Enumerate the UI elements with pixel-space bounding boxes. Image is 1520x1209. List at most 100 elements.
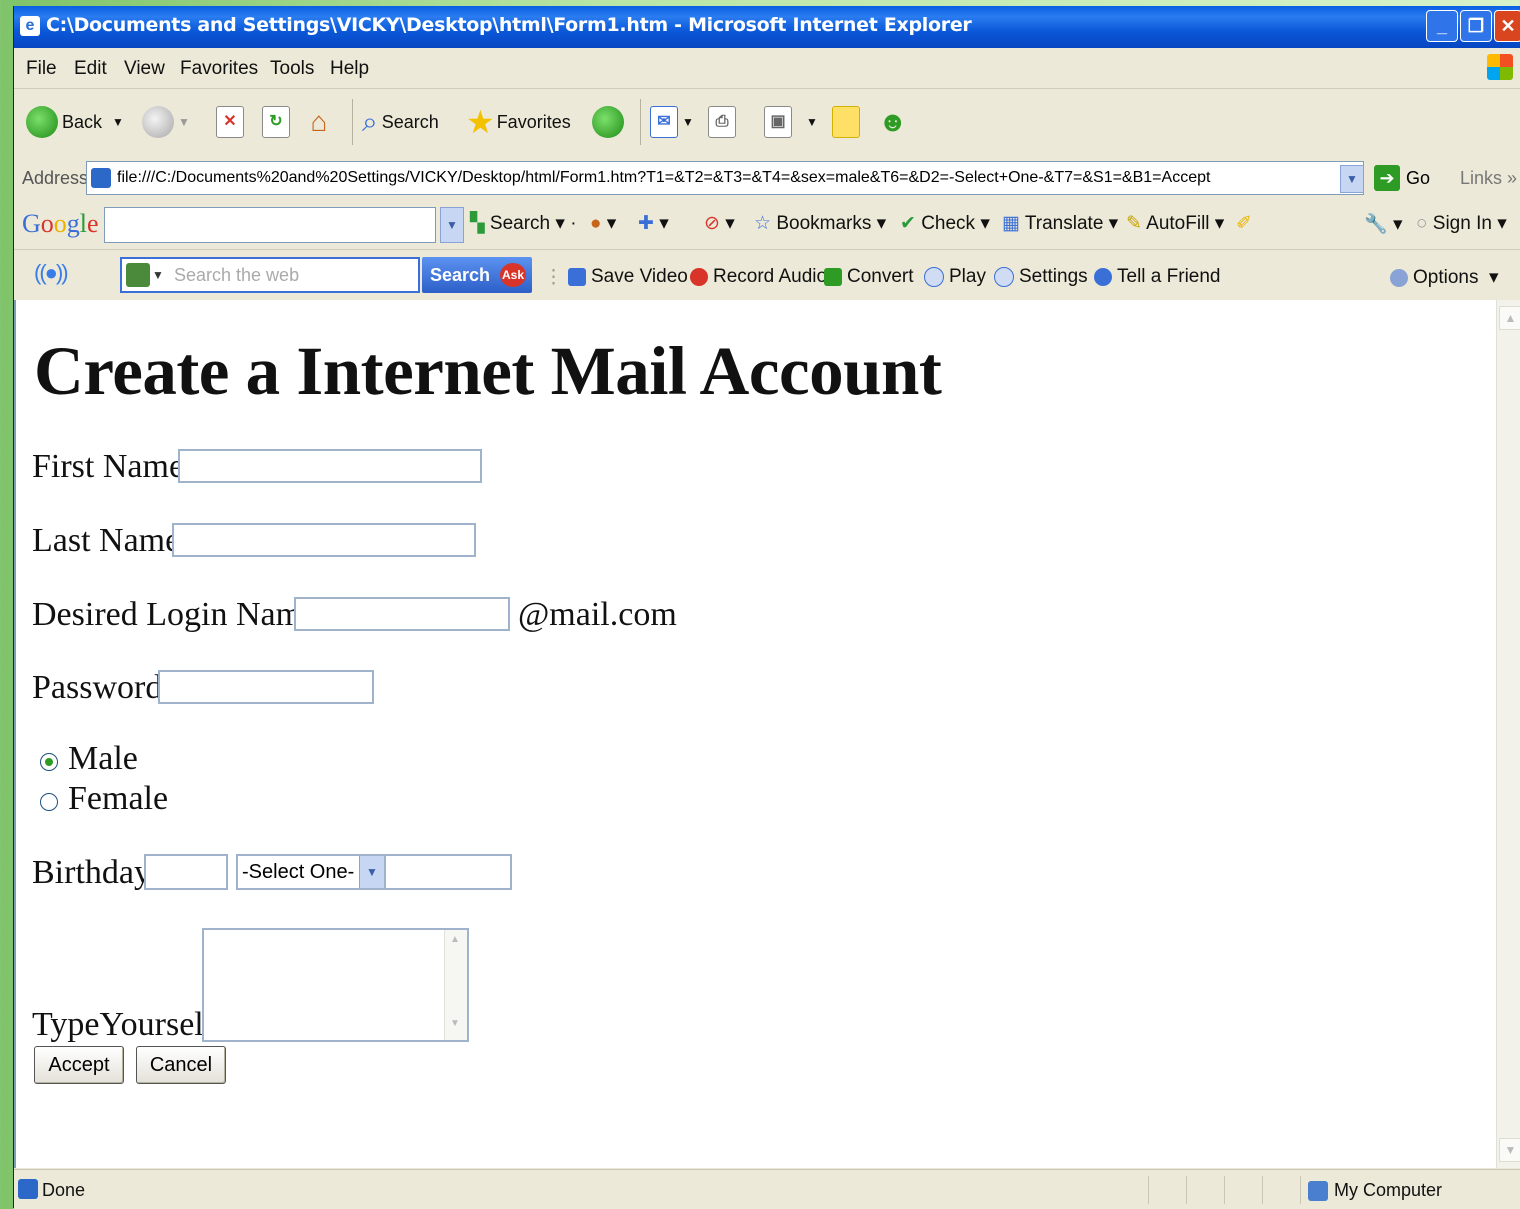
- password-input[interactable]: [158, 670, 374, 704]
- ask-radio-icon[interactable]: ((●)): [34, 260, 104, 290]
- back-button[interactable]: Back ▼: [26, 103, 124, 141]
- back-arrow-icon: [26, 106, 58, 138]
- page-content: Create a Internet Mail Account First Nam…: [14, 300, 1496, 1168]
- login-name-input[interactable]: [294, 597, 510, 631]
- save-video-icon: [568, 267, 586, 286]
- print-icon: ⎙: [708, 106, 736, 138]
- accept-button[interactable]: Accept: [34, 1046, 124, 1084]
- popup-blocker-icon: ⊘: [704, 213, 720, 234]
- forward-button[interactable]: ▼: [142, 103, 190, 141]
- page-icon: [91, 167, 111, 188]
- search-label: Search: [381, 111, 439, 132]
- ask-search-button[interactable]: Search Ask: [422, 257, 532, 293]
- status-divider: [1262, 1176, 1263, 1204]
- last-name-input[interactable]: [172, 523, 476, 557]
- chevron-down-icon: ▼: [112, 115, 124, 129]
- favorites-button[interactable]: ★ Favorites: [466, 103, 571, 141]
- scroll-down-icon[interactable]: ▼: [1499, 1138, 1520, 1162]
- wrench-icon: 🔧: [1364, 214, 1388, 235]
- edit-page-icon: ▣: [764, 106, 792, 138]
- male-radio[interactable]: [40, 753, 58, 771]
- menu-tools[interactable]: Tools: [270, 58, 314, 80]
- home-button[interactable]: ⌂: [306, 103, 336, 141]
- mail-button[interactable]: ✉ ▼: [650, 103, 694, 141]
- go-button[interactable]: ➔ Go: [1374, 165, 1430, 191]
- birthday-month-select[interactable]: -Select One- ▼: [236, 854, 386, 890]
- birthday-day-input[interactable]: [144, 854, 228, 890]
- address-bar: Address file:///C:/Documents%20and%20Set…: [14, 157, 1520, 200]
- maximize-button[interactable]: ❐: [1460, 10, 1492, 42]
- play-button[interactable]: Play: [924, 266, 986, 288]
- google-signin-button[interactable]: ○ Sign In ▾: [1416, 212, 1507, 235]
- record-icon: [690, 267, 708, 286]
- birthday-year-input[interactable]: [384, 854, 512, 890]
- chevron-down-icon: ▼: [682, 115, 694, 129]
- google-search-dropdown-icon[interactable]: ▼: [440, 207, 464, 243]
- address-dropdown-icon[interactable]: ▼: [1340, 165, 1364, 193]
- record-audio-button[interactable]: Record Audio: [690, 266, 827, 288]
- search-engine-icon[interactable]: [126, 263, 150, 287]
- chevron-down-icon: ▼: [806, 115, 818, 129]
- minimize-button[interactable]: _: [1426, 10, 1458, 42]
- scroll-up-icon[interactable]: ▲: [1499, 306, 1520, 330]
- menu-file[interactable]: File: [26, 58, 57, 80]
- refresh-icon: ↻: [262, 106, 290, 138]
- menu-favorites[interactable]: Favorites: [180, 58, 258, 80]
- ask-search-label: Search: [430, 265, 491, 285]
- first-name-input[interactable]: [178, 449, 482, 483]
- signin-icon: ○: [1416, 213, 1428, 234]
- options-button[interactable]: Options ▾: [1390, 266, 1499, 289]
- search-button[interactable]: ⌕ Search: [362, 103, 439, 141]
- birthday-label: Birthday: [32, 854, 151, 891]
- autofill-button[interactable]: ✎ AutoFill ▾: [1126, 212, 1224, 235]
- title-bar[interactable]: e C:\Documents and Settings\VICKY\Deskto…: [14, 6, 1520, 48]
- type-yourself-textarea[interactable]: ▲ ▼: [202, 928, 469, 1042]
- toolbar-grip-icon: ⋮: [544, 267, 563, 288]
- cancel-button[interactable]: Cancel: [136, 1046, 226, 1084]
- page-scrollbar[interactable]: ▲ ▼: [1496, 300, 1520, 1168]
- address-url: file:///C:/Documents%20and%20Settings/VI…: [117, 169, 1211, 186]
- favorites-star-icon: ★: [466, 104, 495, 140]
- scroll-down-icon: ▼: [450, 1018, 460, 1029]
- settings-button[interactable]: Settings: [994, 266, 1088, 288]
- highlighter-button[interactable]: ✐: [1236, 212, 1252, 235]
- save-video-button[interactable]: Save Video: [568, 266, 688, 288]
- textarea-scrollbar[interactable]: ▲ ▼: [444, 930, 467, 1040]
- translate-button[interactable]: ▦ Translate ▾: [1002, 212, 1118, 235]
- refresh-button[interactable]: ↻: [262, 103, 294, 141]
- window-title: C:\Documents and Settings\VICKY\Desktop\…: [46, 14, 972, 36]
- chevron-down-icon: ▼: [178, 115, 190, 129]
- menu-edit[interactable]: Edit: [74, 58, 107, 80]
- popup-blocker-button[interactable]: ⊘ ▾: [704, 212, 735, 235]
- history-button[interactable]: [592, 103, 628, 141]
- menu-help[interactable]: Help: [330, 58, 369, 80]
- mail-domain-label: @mail.com: [518, 596, 677, 633]
- page-status-icon: [18, 1179, 38, 1199]
- google-search-button[interactable]: ▚ Search ▾ ·: [470, 212, 577, 235]
- notes-button[interactable]: [832, 103, 864, 141]
- pagerank-button[interactable]: ● ▾: [590, 212, 616, 235]
- address-label: Address: [22, 168, 89, 188]
- highlight-button[interactable]: ✚ ▾: [638, 212, 669, 235]
- menu-view[interactable]: View: [124, 58, 165, 80]
- edit-button[interactable]: ▣ ▼: [764, 103, 818, 141]
- address-input[interactable]: file:///C:/Documents%20and%20Settings/VI…: [86, 161, 1364, 195]
- messenger-button[interactable]: ☻: [878, 103, 907, 141]
- security-zone: My Computer: [1308, 1180, 1442, 1202]
- forward-arrow-icon: [142, 106, 174, 138]
- tell-friend-button[interactable]: Tell a Friend: [1094, 266, 1221, 288]
- links-button[interactable]: Links »: [1460, 168, 1517, 189]
- spellcheck-button[interactable]: ✔ Check ▾: [900, 212, 990, 235]
- browser-window: e C:\Documents and Settings\VICKY\Deskto…: [13, 6, 1520, 1209]
- stop-button[interactable]: ✕: [216, 103, 248, 141]
- google-search-input[interactable]: [104, 207, 436, 243]
- month-selected-value: -Select One-: [242, 861, 355, 883]
- convert-button[interactable]: Convert: [824, 266, 914, 288]
- play-icon: [924, 266, 944, 287]
- bookmarks-button[interactable]: ☆ Bookmarks ▾: [754, 212, 886, 235]
- google-settings-button[interactable]: 🔧 ▾: [1364, 212, 1403, 236]
- print-button[interactable]: ⎙: [708, 103, 740, 141]
- ask-search-input[interactable]: ▼ Search the web: [120, 257, 420, 293]
- female-radio[interactable]: [40, 793, 58, 811]
- close-button[interactable]: ✕: [1494, 10, 1520, 42]
